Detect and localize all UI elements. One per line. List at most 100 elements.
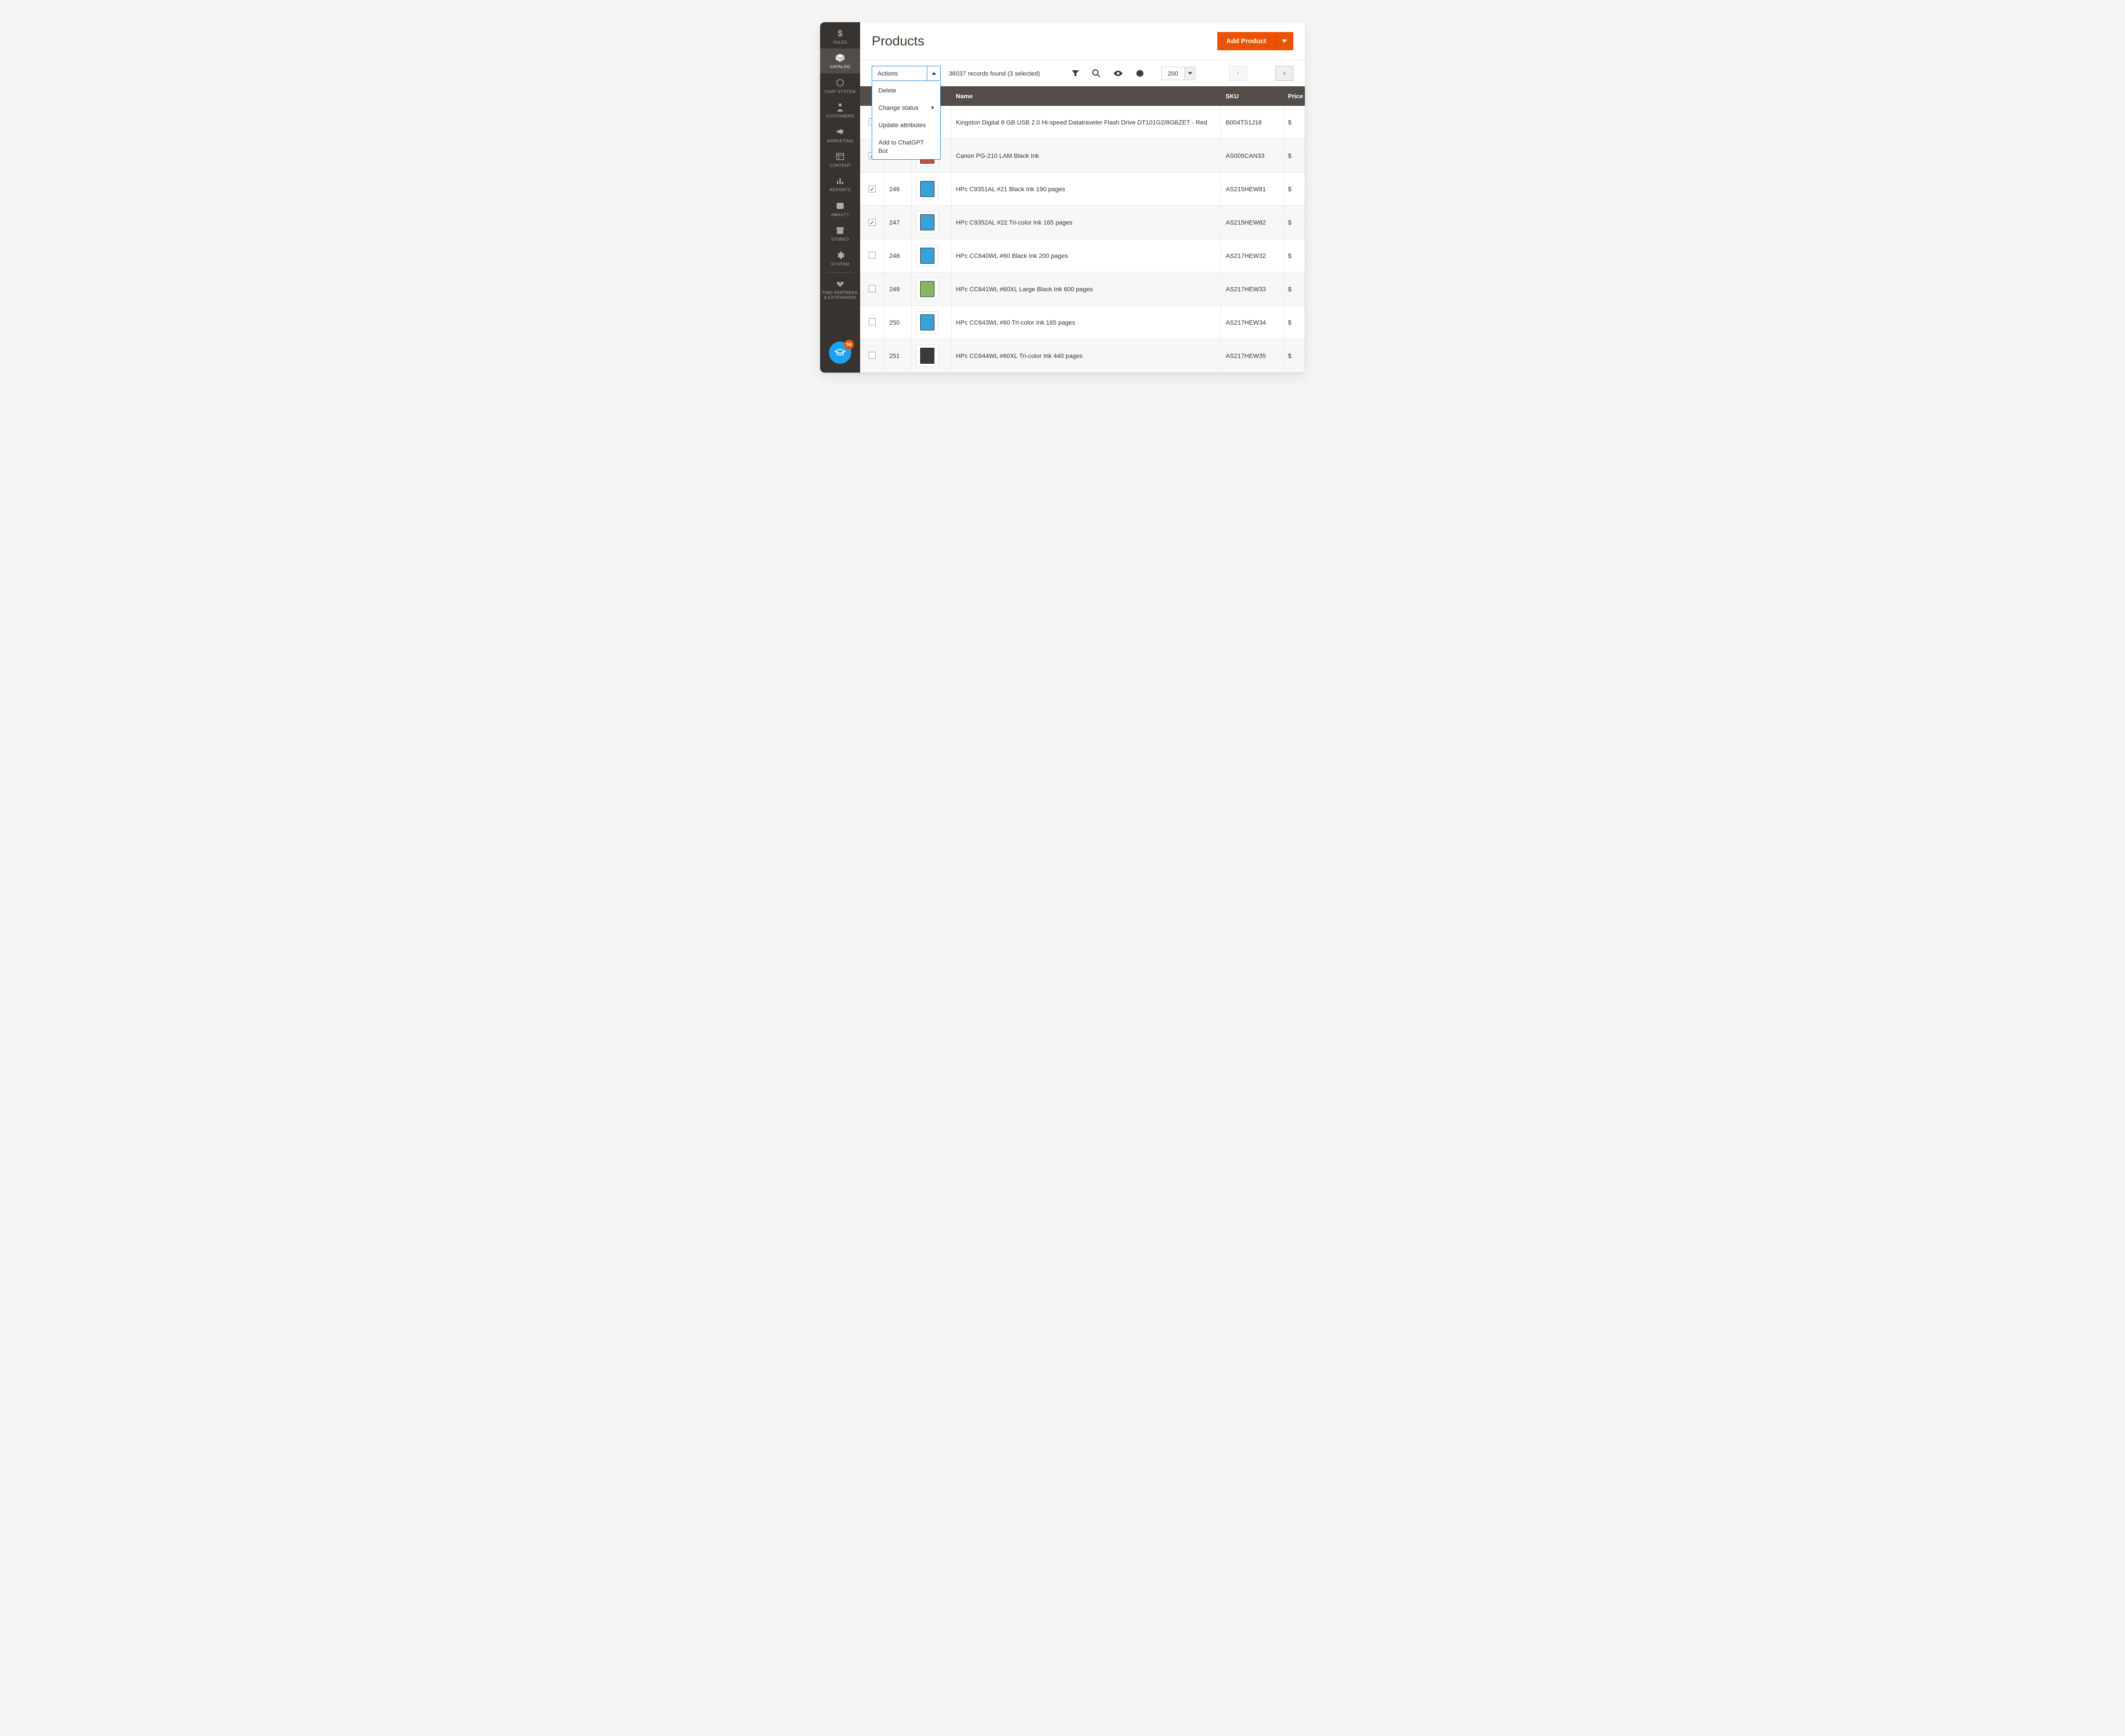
product-thumbnail[interactable] [916,278,938,300]
row-price: $ [1284,239,1305,273]
sidebar-item-catalog[interactable]: CATALOG [820,48,860,73]
row-checkbox-cell [860,273,885,306]
row-thumbnail-cell [911,339,951,373]
bar-chart-icon [836,176,844,186]
row-checkbox-cell [860,173,885,206]
hexagon-icon [836,78,845,88]
per-page-select[interactable]: 200 [1161,67,1195,80]
actions-dropdown-button[interactable]: Actions [872,66,941,81]
grid-header-sku[interactable]: SKU [1221,86,1284,106]
per-page-dropdown-toggle[interactable] [1184,67,1195,80]
submenu-arrow-icon [932,106,934,109]
sidebar-divider [826,272,854,273]
row-thumbnail-cell [911,273,951,306]
product-thumbnail[interactable] [916,311,938,334]
menu-item-label: Update attributes [878,121,926,129]
chevron-right-icon: › [1283,69,1285,77]
actions-menu-change-status[interactable]: Change status [872,99,940,117]
prev-page-button[interactable]: ‹ [1229,66,1247,81]
actions-menu-update-attributes[interactable]: Update attributes [872,117,940,134]
row-checkbox[interactable] [869,252,876,259]
sidebar-item-label: SYSTEM [829,262,851,267]
row-checkbox[interactable] [869,219,876,226]
search-icon[interactable] [1092,69,1101,78]
filters-icon[interactable] [1071,69,1079,77]
actions-menu-add-to-chatgpt-bot[interactable]: Add to ChatGPT Bot [872,134,940,160]
actions-dropdown-toggle[interactable] [927,66,940,80]
add-product-button[interactable]: Add Product [1217,32,1293,50]
sidebar-item-label: MARKETING [825,139,855,144]
add-product-dropdown[interactable] [1275,32,1293,50]
row-price: $ [1284,206,1305,239]
row-checkbox[interactable] [869,352,876,359]
row-price: $ [1284,106,1305,139]
row-name: HPc C9351AL #21 Black Ink 190 pages [951,173,1221,206]
product-thumbnail[interactable] [916,178,938,200]
sidebar-item-customers[interactable]: CUSTOMERS [820,98,860,122]
product-thumbnail[interactable] [916,211,938,233]
row-checkbox[interactable] [869,185,876,193]
add-product-label: Add Product [1217,32,1275,50]
puzzle-icon [836,279,845,289]
table-row[interactable]: 248HPc CC640WL #60 Black Ink 200 pagesAS… [860,239,1305,273]
row-id: 247 [885,206,911,239]
row-thumbnail-cell [911,206,951,239]
sidebar-item-label: SALES [831,40,849,45]
sidebar-item-sales[interactable]: $ SALES [820,24,860,48]
sidebar-item-chat-system[interactable]: CHAT SYSTEM [820,73,860,98]
caret-up-icon [932,72,936,75]
actions-dropdown-menu: Delete Change status Update attributes A… [872,82,941,160]
amasty-logo-icon [836,201,845,211]
row-thumbnail-cell [911,239,951,273]
row-sku: AS215HEW81 [1221,173,1284,206]
sidebar-item-stores[interactable]: STORES [820,221,860,245]
caret-down-icon [1188,72,1192,75]
table-row[interactable]: 251HPc CC644WL #60XL Tri-color Ink 440 p… [860,339,1305,373]
sidebar-item-label: CUSTOMERS [824,114,856,119]
row-sku: AS217HEW34 [1221,306,1284,339]
academy-badge[interactable]: 56 [829,342,851,364]
settings-gear-icon[interactable] [1135,69,1144,78]
app-frame: $ SALES CATALOG CHAT SYSTEM CUSTOMERS [820,22,1305,373]
sidebar-item-marketing[interactable]: MARKETING [820,123,860,147]
sidebar-item-amasty[interactable]: AMASTY [820,197,860,221]
sidebar-item-system[interactable]: SYSTEM [820,246,860,270]
row-thumbnail-cell [911,173,951,206]
menu-item-label: Change status [878,104,918,112]
next-page-button[interactable]: › [1276,66,1293,81]
table-row[interactable]: 249HPc CC641WL #60XL Large Black Ink 600… [860,273,1305,306]
grid-header-name[interactable]: Name [951,86,1221,106]
row-price: $ [1284,273,1305,306]
row-checkbox-cell [860,239,885,273]
row-checkbox[interactable] [869,318,876,326]
sidebar-item-label: CONTENT [828,163,853,168]
grid-header-price[interactable]: Price [1284,86,1305,106]
page-header: Products Add Product [860,22,1305,60]
table-row[interactable]: 247HPc C9352AL #22 Tri-color Ink 165 pag… [860,206,1305,239]
table-row[interactable]: 250HPc CC643WL #60 Tri-color Ink 165 pag… [860,306,1305,339]
row-name: HPc CC640WL #60 Black Ink 200 pages [951,239,1221,273]
sidebar-item-label: CATALOG [828,64,852,69]
per-page-value: 200 [1162,67,1184,80]
row-id: 248 [885,239,911,273]
gear-icon [836,250,845,260]
sidebar-item-reports[interactable]: REPORTS [820,172,860,196]
product-thumbnail[interactable] [916,345,938,367]
row-price: $ [1284,173,1305,206]
actions-menu-delete[interactable]: Delete [872,82,940,99]
toolbar: Actions Delete Change status Update attr… [860,60,1305,86]
sidebar: $ SALES CATALOG CHAT SYSTEM CUSTOMERS [820,22,860,373]
chevron-left-icon: ‹ [1237,69,1239,77]
row-checkbox-cell [860,339,885,373]
sidebar-item-find-partners[interactable]: FIND PARTNERS & EXTENSIONS [820,274,860,304]
row-sku: AS217HEW35 [1221,339,1284,373]
sidebar-item-content[interactable]: CONTENT [820,147,860,172]
page-title: Products [872,34,924,49]
row-name: HPc CC644WL #60XL Tri-color Ink 440 page… [951,339,1221,373]
row-id: 250 [885,306,911,339]
row-checkbox[interactable] [869,285,876,292]
toolbar-icons: 200 ‹ › [1071,66,1293,81]
product-thumbnail[interactable] [916,245,938,267]
table-row[interactable]: 246HPc C9351AL #21 Black Ink 190 pagesAS… [860,173,1305,206]
visibility-icon[interactable] [1113,70,1123,77]
